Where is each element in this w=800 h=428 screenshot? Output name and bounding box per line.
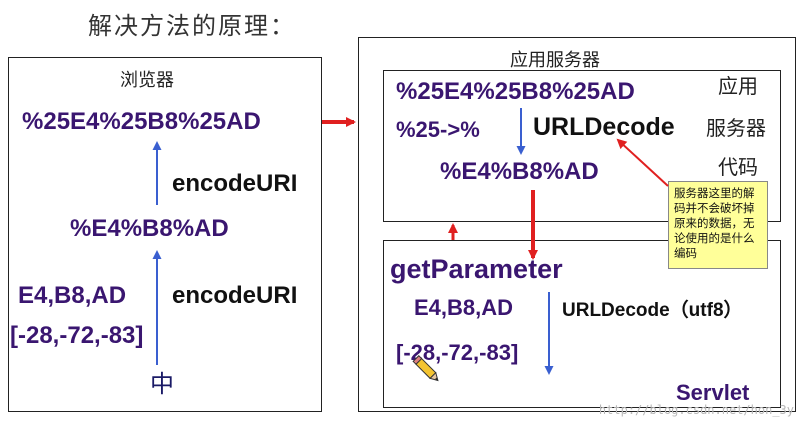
watermark: http://blog.csdn.net/hon_3y (598, 403, 794, 417)
pencil-icon (412, 355, 439, 382)
arrows-layer (152, 108, 669, 382)
callout-pointer (616, 138, 669, 187)
